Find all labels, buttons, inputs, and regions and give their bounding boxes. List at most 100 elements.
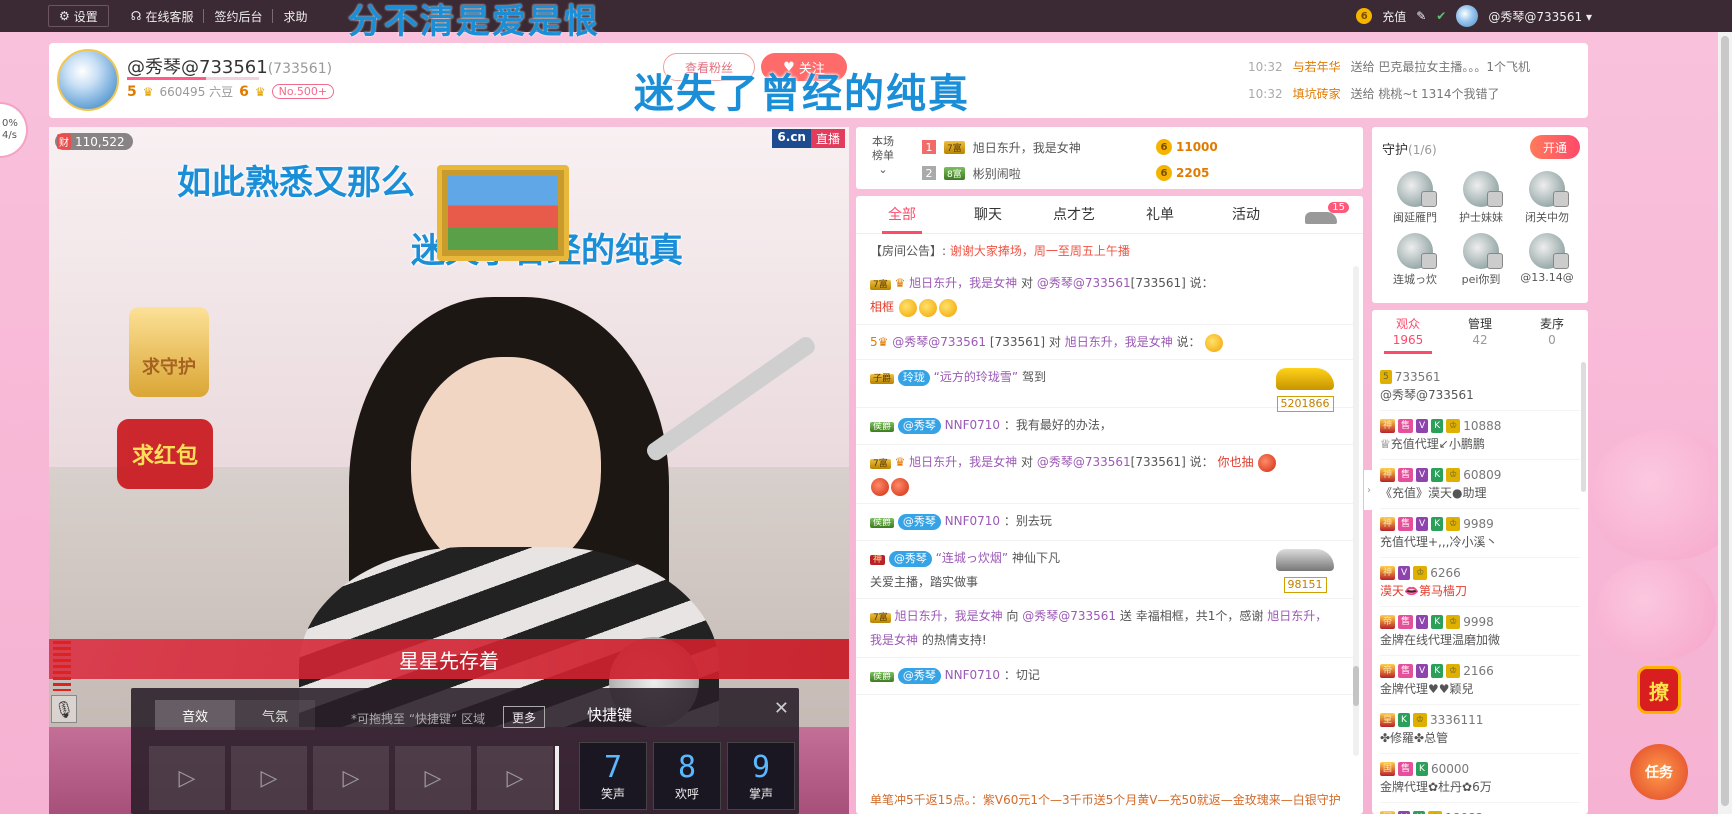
task-button[interactable]: 任务 [1630,744,1688,800]
recharge-link[interactable]: 充值 [1382,8,1406,25]
chat-scrollbar[interactable] [1353,266,1359,756]
hotkey-applause[interactable]: 9 掌声 [727,742,795,810]
play-icon[interactable]: ▷ [477,746,553,810]
user-tag: ♔ [1412,713,1427,727]
rank-row[interactable]: 1 7富 旭日东升，我是女神 [922,135,1081,159]
list-item[interactable]: 皇 K ♔ 3336111 ✤修羅✤总管 [1380,705,1580,754]
play-icon[interactable]: ▷ [231,746,307,810]
crown-icon: ♛ [254,84,266,99]
list-item[interactable]: 5 733561 @秀琴@733561 [1380,362,1580,411]
tab-all[interactable]: 全部 [862,196,942,234]
tab-mic-queue[interactable]: 麦序 0 [1516,316,1588,356]
tab-talent[interactable]: 点才艺 [1034,196,1114,234]
fx-more-button[interactable]: 更多 [503,706,546,728]
list-item[interactable]: 神售 V K ♔ 60809 《充值》漠天●助理 [1380,460,1580,509]
check-circle-icon[interactable]: ✔ [1436,9,1446,23]
audience-scrollbar[interactable] [1581,362,1586,492]
close-icon[interactable]: ✕ [774,698,789,719]
user-tag: 神 [1380,419,1396,433]
tab-audience[interactable]: 观众 1965 [1372,316,1444,356]
chat-message: 子爵 玲珑 “远方的玲珑雪” 驾到 5201866 [856,360,1353,412]
request-guard-button[interactable]: 求守护 [129,307,209,397]
guard-member[interactable]: 闽延雁門 [1382,171,1448,225]
guard-member[interactable]: @13.14@ [1514,233,1580,287]
user-tag: K [1431,615,1444,629]
headset-icon: ☊ [130,9,142,23]
guard-member[interactable]: 连城っ炊 [1382,233,1448,287]
help-link[interactable]: 求助 [273,5,317,27]
chat-message: 7富 旭日东升，我是女神 向 @秀琴@733561 送 幸福相框，共1个，感谢 … [856,599,1353,658]
user-avatar[interactable] [1456,5,1479,27]
edit-icon[interactable]: ✎ [1416,9,1426,23]
user-menu[interactable]: @秀琴@733561 ▾ [1488,8,1592,25]
user-name: 漠天👄第马樯刀 [1380,584,1467,598]
page-scrollbar[interactable] [1718,32,1732,814]
list-item[interactable]: 国售 K 60000 金牌代理✿杜丹✿6万 [1380,754,1580,803]
chat-message: 侯爵 @秀琴 NNF0710 ：切记 [856,658,1353,695]
sound-effects-panel: 音效 气氛 *可拖拽至 “快捷键” 区域 更多 快捷键 ✕ ▷ ▷ ▷ ▷ ▷ … [131,688,799,814]
user-tag: ♔ [1446,615,1461,629]
microphone-icon[interactable]: 🎙 [51,695,77,723]
scrollbar-thumb[interactable] [1721,36,1729,806]
tab-chat[interactable]: 聊天 [948,196,1028,234]
list-item[interactable]: 帝售 V K ♔ 2166 金牌代理♥♥颖兒 [1380,656,1580,705]
decor-heart [1590,430,1732,560]
hotkey-cheer[interactable]: 8 欢呼 [653,742,721,810]
hotkey-title: 快捷键 [587,706,633,724]
user-tag: 售 [1398,664,1414,678]
play-icon[interactable]: ▷ [149,746,225,810]
user-number: 733561 [1394,370,1441,384]
user-number: 60809 [1463,468,1502,482]
emoji-icon [1205,333,1224,352]
user-tag: V [1416,615,1429,629]
anchor-header: @秀琴@733561(733561) 5 ♛ 660495 六豆 6 ♛ No.… [49,43,1588,118]
user-tag: K [1431,468,1444,482]
request-redpack-button[interactable]: 求红包 [117,419,213,489]
tab-gift-list[interactable]: 礼单 [1120,196,1200,234]
car-icon[interactable]: 15 [1305,202,1349,228]
rank-pill[interactable]: No.500+ [271,84,335,99]
play-icon[interactable]: ▷ [395,746,471,810]
list-item[interactable]: 神售 V K ♔ 10888 ♕充值代理↙小鹏鹏 [1380,411,1580,460]
sign-backend-link[interactable]: 签约后台 [204,5,272,27]
avatar [1463,171,1503,207]
settings-button[interactable]: ⚙ 设置 [48,5,109,27]
list-item[interactable]: 国VK♔18082 [1380,803,1580,814]
user-number: 2166 [1463,664,1494,678]
open-guard-button[interactable]: 开通 [1530,135,1580,159]
hotkey-laugh[interactable]: 7 笑声 [579,742,647,810]
guard-member[interactable]: 闭关中勿 [1514,171,1580,225]
flirt-button[interactable]: 撩 [1637,666,1681,714]
list-item[interactable]: 帝售 V K ♔ 9998 金牌在线代理温磨加微 [1380,607,1580,656]
anchor-beans: 660495 六豆 [159,85,234,99]
user-tag: 售 [1398,615,1414,629]
tab-activity[interactable]: 活动 [1206,196,1286,234]
list-item[interactable]: 神售 V K ♔ 9989 充值代理+,,,冷小溪丶 [1380,509,1580,558]
rank-row[interactable]: 2 8富 彬别闹啦 [922,161,1021,185]
announcement-ticker[interactable]: 单笔冲5千返15点。：紫V60元1个—3千币送5个月黄V—充50就返—金玫瑰来—… [870,791,1341,808]
rank-title[interactable]: 本场榜单 ⌄ [870,135,896,177]
user-number: 3336111 [1430,713,1484,727]
speed-widget[interactable]: 0% 4/s [0,102,28,158]
tab-atmosphere[interactable]: 气氛 [235,700,315,730]
guard-member[interactable]: pei你到 [1448,233,1514,287]
lyric-overlay-top: 分不清是爱是恨 [348,2,600,42]
fx-scrollbar[interactable] [555,746,559,810]
guard-member[interactable]: 护士妹妹 [1448,171,1514,225]
user-tag: K [1431,517,1444,531]
room-announcement: 【房间公告】: 谢谢大家捧场，周一至周五上午播 [870,244,1130,258]
wealth-badge: 财 110,522 [55,133,133,150]
user-number: 9989 [1463,517,1494,531]
user-name: ✤修羅✤总管 [1380,731,1449,745]
anchor-avatar[interactable] [57,49,119,111]
tab-sound-effects[interactable]: 音效 [155,700,235,730]
emoji-icon [898,298,917,317]
coin-icon: 6 [1156,139,1172,155]
user-tag: K [1398,713,1410,727]
user-number: 10888 [1463,419,1502,433]
decor-heart [1596,560,1716,660]
tab-managers[interactable]: 管理 42 [1444,316,1516,356]
list-item[interactable]: 神 V ♔ 6266 漠天👄第马樯刀 [1380,558,1580,607]
play-icon[interactable]: ▷ [313,746,389,810]
online-service-link[interactable]: ☊ 在线客服 [121,5,204,27]
